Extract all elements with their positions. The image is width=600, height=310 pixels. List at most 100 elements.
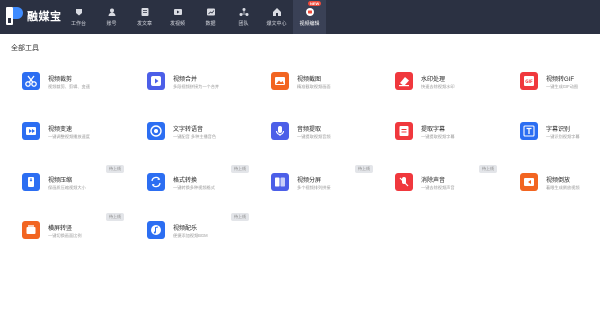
logo-icon — [6, 7, 23, 25]
coming-soon-tag: 待上线 — [355, 165, 373, 173]
tool-icon-tile — [271, 173, 289, 191]
tool-card-split-screen[interactable]: 视频分屏 多个视频排列拼接 待上线 — [271, 165, 381, 201]
nav-item-account[interactable]: 账号 — [95, 0, 128, 34]
tool-card-compress[interactable]: 视频压缩 保画质压缩视频大小 待上线 — [22, 165, 132, 201]
tool-description: 一键去除视频声音 — [421, 185, 455, 190]
tool-name: 视频截图 — [297, 77, 322, 83]
speed-icon — [26, 127, 36, 135]
app-name: 融媒宝 — [27, 11, 62, 23]
nav-item-data[interactable]: 数据 — [194, 0, 227, 34]
tool-card-mute[interactable]: 消除声音 一键去除视频声音 待上线 — [395, 165, 505, 201]
nav-item-label: 发视频 — [169, 21, 185, 27]
tool-description: 精准截取视频画面 — [297, 84, 331, 89]
tool-card-music[interactable]: 视频配乐 便捷添加视频BGM 待上线 — [147, 213, 257, 249]
eraser-icon — [399, 77, 409, 87]
tool-card-gif[interactable]: GIF 视频转GIF 一键生成GIF动图 — [520, 72, 600, 100]
tool-card-subtitle[interactable]: 提取字幕 一键提取视频字幕 — [395, 122, 505, 150]
tool-description: 着眼生成倒放视频 — [546, 185, 580, 190]
tool-description: 多段视频拼接为一个合并 — [173, 84, 220, 89]
tool-card-speed[interactable]: 视频变速 一键调整视频播放速度 — [22, 122, 132, 150]
merge-play-icon — [151, 76, 161, 86]
tool-card-image[interactable]: 视频截图 精准截取视频画面 — [271, 72, 381, 100]
tool-name: 视频配乐 — [173, 226, 198, 232]
tool-name: 提取字幕 — [421, 127, 446, 133]
tool-card-convert[interactable]: 格式转换 一键转换多种视频格式 待上线 — [147, 165, 257, 201]
nav-item-team[interactable]: 团队 — [227, 0, 260, 34]
text-recognize-icon — [523, 125, 535, 137]
audio-icon — [275, 126, 285, 136]
svg-text:GIF: GIF — [525, 79, 533, 84]
tool-description: 一键转换多种视频格式 — [173, 185, 215, 190]
tool-card-text-recognize[interactable]: 字幕识别 一键识别视频字幕 — [520, 122, 600, 150]
tool-description: 一键提取视频字幕 — [421, 134, 455, 139]
tool-icon-tile — [395, 173, 413, 191]
tool-description: 一键提取视频音频 — [297, 134, 331, 139]
nav-item-video-edit[interactable]: 视频编辑 NEW — [293, 0, 326, 34]
tool-icon-tile — [395, 122, 413, 140]
nav-item-video-publish[interactable]: 发视频 — [161, 0, 194, 34]
hot-article-icon — [272, 8, 281, 16]
tool-name: 文字转语音 — [173, 127, 204, 133]
nav-item-label: 发文章 — [136, 21, 152, 27]
section-title: 全部工具 — [11, 45, 39, 52]
tool-description: 一键调整视频播放速度 — [48, 134, 90, 139]
tool-name: 字幕识别 — [546, 127, 571, 133]
nav-item-workbench[interactable]: 工作台 — [62, 0, 95, 34]
tool-name: 视频合并 — [173, 77, 198, 83]
nav-item-article[interactable]: 发文章 — [128, 0, 161, 34]
tool-card-rotate[interactable]: 横屏转竖 一键切换画面比例 待上线 — [22, 213, 132, 249]
tool-icon-tile — [22, 122, 40, 140]
split-screen-icon — [275, 177, 285, 187]
tool-description: 一键配音 多种主播音色 — [173, 134, 217, 139]
tool-icon-tile — [147, 221, 165, 239]
nav-item-label: 爆文中心 — [266, 21, 287, 27]
tool-card-scissors[interactable]: 视频裁剪 视频裁剪、剪辑、变速 — [22, 72, 132, 100]
mute-icon — [399, 177, 409, 187]
tool-description: 一键识别视频字幕 — [546, 134, 580, 139]
tools-panel: 全部工具 视频裁剪 视频裁剪、剪辑、变速 视频合并 多段视频拼接为一个合并 视频截图 精准… — [0, 34, 600, 310]
reverse-icon — [524, 178, 534, 186]
tool-icon-tile — [520, 173, 538, 191]
video-publish-icon — [173, 9, 182, 15]
nav-item-label: 数据 — [205, 21, 216, 27]
music-icon — [151, 225, 161, 235]
app-logo[interactable]: 融媒宝 — [5, 6, 62, 26]
nav-item-label: 账号 — [106, 21, 117, 27]
tool-name: 视频裁剪 — [48, 77, 73, 83]
nav-item-label: 团队 — [238, 21, 249, 27]
tool-icon-tile — [147, 72, 165, 90]
tool-description: 一键切换画面比例 — [48, 233, 82, 238]
tool-description: 多个视频排列拼接 — [297, 185, 331, 190]
coming-soon-tag: 待上线 — [106, 165, 124, 173]
compress-icon — [28, 177, 34, 187]
tool-icon-tile: GIF — [520, 72, 538, 90]
tool-name: 视频倒放 — [546, 178, 571, 184]
main-nav: 工作台 账号 发文章 发视频 数据 团队 爆文中心 视频编辑 NEW — [62, 0, 326, 34]
coming-soon-tag: 待上线 — [479, 165, 497, 173]
tool-name: 横屏转竖 — [48, 226, 73, 232]
tool-icon-tile — [271, 122, 289, 140]
nav-item-hot-article[interactable]: 爆文中心 — [260, 0, 293, 34]
tool-name: 消除声音 — [421, 178, 446, 184]
coming-soon-tag: 待上线 — [106, 213, 124, 221]
tool-card-merge-play[interactable]: 视频合并 多段视频拼接为一个合并 — [147, 72, 257, 100]
tool-description: 便捷添加视频BGM — [173, 233, 208, 238]
tool-name: 音频提取 — [297, 127, 322, 133]
video-edit-icon — [305, 8, 314, 16]
team-icon — [239, 8, 248, 16]
rotate-icon — [26, 225, 36, 234]
tool-card-tts[interactable]: 文字转语音 一键配音 多种主播音色 — [147, 122, 257, 150]
gif-icon: GIF — [524, 76, 534, 86]
tool-card-audio[interactable]: 音频提取 一键提取视频音频 — [271, 122, 381, 150]
account-icon — [108, 8, 115, 16]
tool-card-reverse[interactable]: 视频倒放着眼生成倒放视频待上线 — [520, 173, 600, 201]
tool-description: 视频裁剪、剪辑、变速 — [48, 84, 90, 89]
data-icon — [206, 8, 215, 16]
workbench-icon — [75, 9, 82, 16]
tool-card-eraser[interactable]: 水印处理 快速去除视频水印 — [395, 72, 505, 100]
top-navigation-bar: 融媒宝 工作台 账号 发文章 发视频 数据 团队 爆文中心 视频编辑 NEW — [0, 0, 600, 34]
coming-soon-tag: 待上线 — [231, 213, 249, 221]
new-badge: NEW — [308, 1, 322, 6]
convert-icon — [151, 176, 161, 188]
tool-icon-tile — [22, 72, 40, 90]
